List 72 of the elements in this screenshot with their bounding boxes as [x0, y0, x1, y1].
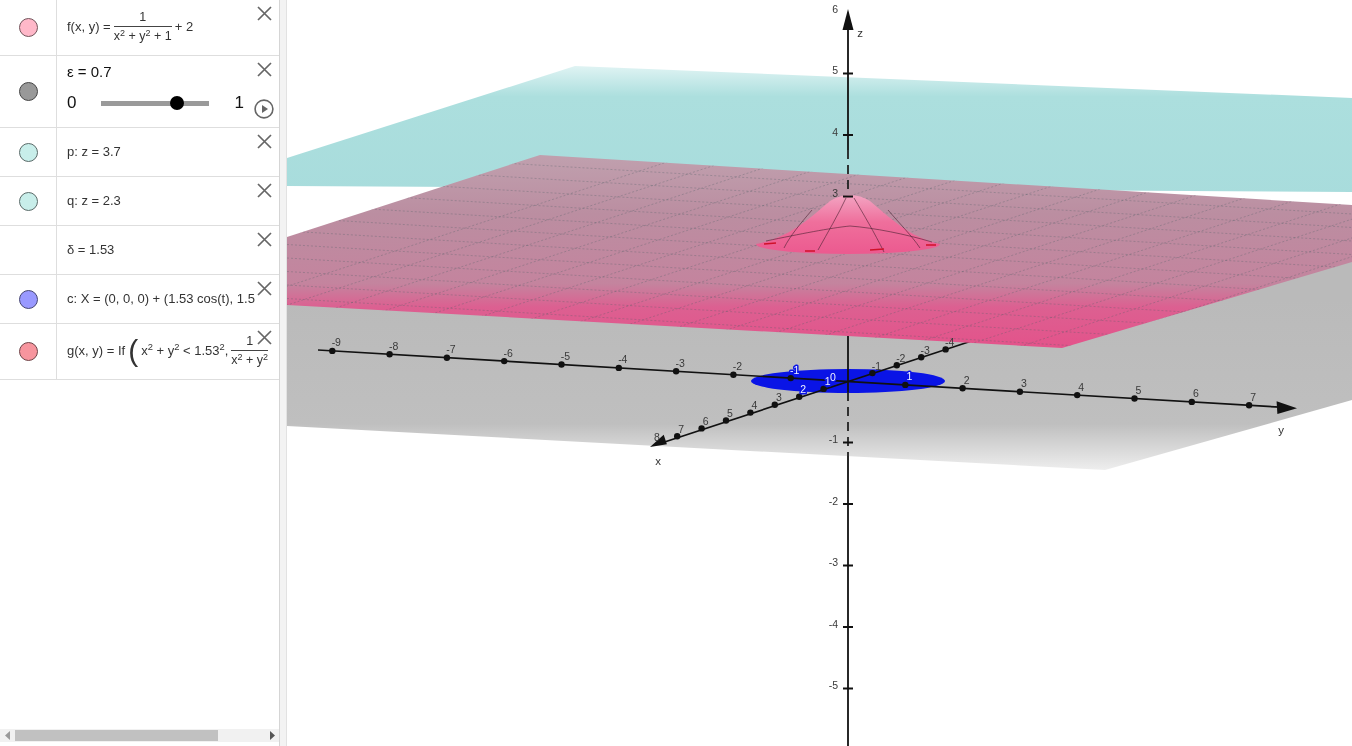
formula-text: δ = 1.53 [67, 241, 115, 258]
close-button[interactable] [256, 62, 272, 77]
close-button[interactable] [256, 281, 272, 296]
slider-thumb[interactable] [170, 96, 185, 110]
fraction-denominator: x$^{2}$ + y$^{2}$ [231, 353, 269, 368]
fraction-denominator: x$^{2}$ + y$^{2}$ + 1 [113, 29, 172, 44]
dot-icon[interactable] [18, 82, 38, 101]
axis-tick-label: 6 [702, 414, 709, 427]
axis-tick-label: -2 [828, 494, 838, 507]
dot-icon[interactable] [18, 342, 38, 361]
axis-tick-label: 3 [775, 391, 782, 404]
axis-tick-label: -5 [828, 679, 838, 691]
axis-tick-label: 4 [832, 125, 838, 138]
formula-text: p: z = 3.7 [67, 143, 121, 160]
axis-tick-label: -6 [503, 346, 513, 359]
formula-text: x$^{2}$ + y$^{2}$ < 1.53$^{2}$, [141, 343, 229, 359]
axis-tick-label: 3 [832, 187, 838, 199]
formula-text: c: X = (0, 0, 0) + (1.53 cos(t), 1.5 [67, 290, 255, 307]
close-button[interactable] [256, 134, 272, 149]
axis-tick-label: -4 [828, 617, 838, 630]
dot-icon[interactable] [18, 191, 38, 211]
slider-label: ε = 0.7 [67, 62, 112, 82]
axis-label: y [1278, 424, 1284, 436]
axis-tick-label: 8 [653, 430, 660, 443]
close-button[interactable] [256, 6, 272, 21]
axis-tick-label: 5 [727, 407, 733, 419]
axis-tick-label: -2 [732, 360, 743, 373]
axis-tick-label: 2 [963, 373, 970, 386]
slider-max-label: 1 [234, 93, 244, 113]
axis-tick-label: -3 [920, 343, 930, 356]
axis-tick-label: -3 [828, 556, 838, 568]
axis-tick-label: 7 [1250, 390, 1256, 403]
formula-text: + 2 [174, 19, 194, 35]
axis-label: z [857, 27, 863, 39]
slider-min-label: 0 [67, 93, 77, 113]
axis-tick-label: -5 [560, 350, 571, 362]
close-button[interactable] [256, 232, 272, 247]
axis-tick-label: -7 [446, 343, 456, 356]
axis-tick-label: -4 [944, 335, 955, 348]
formula-text: q: z = 2.3 [67, 192, 121, 209]
axis-tick-label: 6 [832, 2, 838, 15]
axis-tick-label: -8 [388, 339, 399, 352]
dot-icon[interactable] [18, 142, 38, 162]
formula-text: g(x, y) = If [67, 343, 126, 359]
dot-icon[interactable] [18, 18, 38, 37]
dot-icon[interactable] [18, 289, 38, 309]
axis-tick-label: -1 [828, 433, 838, 445]
scroll-right-icon[interactable] [270, 731, 275, 740]
axis-tick-label: 1 [906, 370, 913, 383]
axis-tick-label: -3 [675, 356, 685, 369]
axis-tick-label: -1 [871, 359, 882, 372]
close-button[interactable] [256, 183, 272, 198]
axis-tick-label: -2 [896, 351, 906, 364]
axis-tick-label: 0 [830, 371, 836, 383]
axis-label: x [655, 455, 661, 467]
fraction-numerator: 1 [139, 10, 147, 25]
formula-text: f(x, y) = [67, 19, 111, 35]
axis-tick-label: -9 [331, 336, 341, 349]
scrollbar-thumb[interactable] [15, 730, 218, 741]
axis-tick-label: -4 [618, 353, 628, 366]
close-button[interactable] [256, 330, 272, 345]
axis-tick-label: 3 [1021, 377, 1027, 390]
horizontal-scrollbar[interactable] [0, 729, 279, 742]
axis-tick-label: 7 [678, 422, 685, 435]
axis-tick-label: 5 [832, 64, 838, 76]
fraction-numerator: 1 [246, 334, 254, 349]
play-button[interactable] [254, 99, 274, 119]
parenthesis: ( [128, 336, 139, 366]
axis-tick-label: 6 [1192, 387, 1199, 400]
axis-tick-label: 5 [1135, 384, 1142, 396]
axis-tick-label: 4 [751, 399, 758, 412]
axis-tick-label: 4 [1078, 380, 1085, 393]
